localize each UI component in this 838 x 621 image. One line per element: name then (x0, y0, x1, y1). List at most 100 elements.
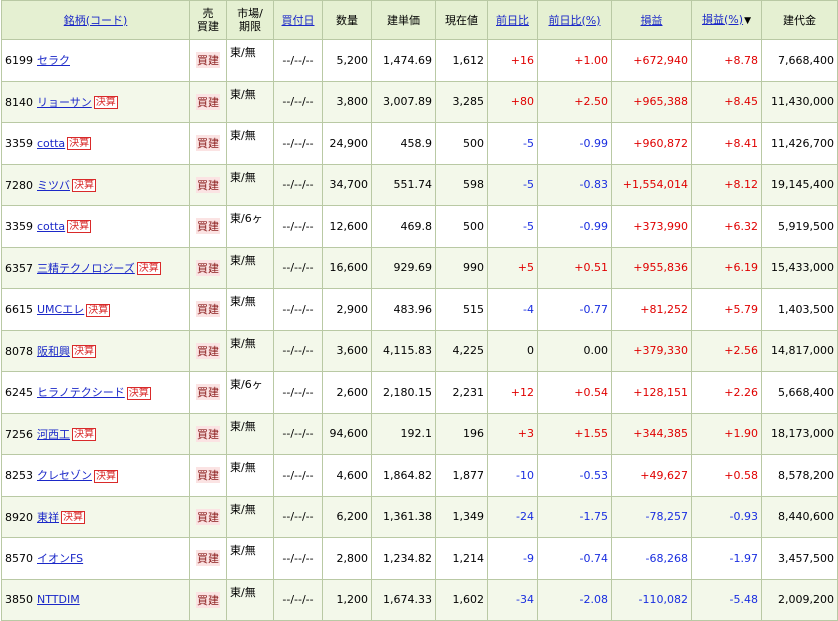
earnings-badge: 決算 (136, 262, 161, 276)
cell-chg: +16 (487, 39, 538, 82)
cell-pl: +960,872 (611, 122, 692, 165)
cell-plpct: +8.45 (691, 80, 762, 123)
cell-pl: +344,385 (611, 412, 692, 455)
cell-stock: 6199 セラク (1, 39, 190, 82)
side-badge: 買建 (196, 508, 220, 525)
table-row: 7256 河西工 決算 買建 東/無 --/--/-- 94,600 192.1 196 +3 +1… (1, 412, 838, 455)
stock-name-link[interactable]: cotta (37, 137, 65, 150)
col-header-chgpct[interactable]: 前日比(%) (537, 0, 612, 40)
cell-chgpct: +2.50 (537, 80, 612, 123)
table-row: 8078 阪和興 決算 買建 東/無 --/--/-- 3,600 4,115.83 4,225… (1, 329, 838, 372)
stock-name-link[interactable]: 東祥 (37, 511, 59, 524)
cell-cost: 1,234.82 (371, 537, 436, 580)
cell-amount: 1,403,500 (761, 288, 838, 331)
stock-name-link[interactable]: リョーサン (37, 96, 92, 109)
cell-chgpct: -0.74 (537, 537, 612, 580)
cell-amount: 15,433,000 (761, 246, 838, 289)
col-header-cost: 建単価 (371, 0, 436, 40)
cell-side: 買建 (189, 537, 227, 580)
sort-link-plpct[interactable]: 損益(%) (702, 13, 743, 26)
cell-stock: 6615 UMCエレ 決算 (1, 288, 190, 331)
stock-name-link[interactable]: セラク (37, 54, 70, 67)
side-badge: 買建 (196, 93, 220, 110)
sort-link-date[interactable]: 買付日 (282, 14, 315, 27)
stock-code: 7280 (5, 178, 33, 192)
stock-name-link[interactable]: NTTDIM (37, 593, 80, 606)
col-header-pl[interactable]: 損益 (611, 0, 692, 40)
cell-stock: 6357 三精テクノロジーズ 決算 (1, 246, 190, 289)
cell-cost: 929.69 (371, 246, 436, 289)
cell-side: 買建 (189, 163, 227, 206)
earnings-badge: 決算 (72, 179, 96, 193)
table-row: 8570 イオンFS 買建 東/無 --/--/-- 2,800 1,234.82 1,214… (1, 537, 838, 580)
earnings-badge: 決算 (94, 469, 118, 483)
cell-pl: +965,388 (611, 80, 692, 123)
cell-amount: 7,668,400 (761, 39, 838, 82)
cell-side: 買建 (189, 495, 227, 538)
cell-qty: 6,200 (322, 495, 372, 538)
side-badge: 買建 (196, 259, 220, 276)
cell-chgpct: -0.53 (537, 454, 612, 497)
cell-chg: +3 (487, 412, 538, 455)
cell-side: 買建 (189, 39, 227, 82)
cell-qty: 3,800 (322, 80, 372, 123)
col-header-chg[interactable]: 前日比 (487, 0, 538, 40)
cell-amount: 5,668,400 (761, 371, 838, 414)
sort-desc-icon: ▼ (744, 15, 751, 26)
cell-chgpct: +0.51 (537, 246, 612, 289)
cell-chg: +5 (487, 246, 538, 289)
col-header-amount: 建代金 (761, 0, 838, 40)
earnings-badge: 決算 (86, 303, 111, 317)
cell-date: --/--/-- (273, 412, 323, 455)
stock-name-link[interactable]: cotta (37, 220, 65, 233)
cell-chgpct: -0.77 (537, 288, 612, 331)
table-row: 8920 東祥 決算 買建 東/無 --/--/-- 6,200 1,361.38 1,349-… (1, 495, 838, 538)
cell-date: --/--/-- (273, 329, 323, 372)
stock-name-link[interactable]: UMCエレ (37, 303, 84, 316)
cell-amount: 19,145,400 (761, 163, 838, 206)
cell-pl: +128,151 (611, 371, 692, 414)
stock-name-link[interactable]: クレセゾン (37, 469, 92, 482)
cell-date: --/--/-- (273, 495, 323, 538)
sort-link-name[interactable]: 銘柄(コード) (64, 14, 128, 27)
cell-pl: +373,990 (611, 205, 692, 248)
cell-price: 1,602 (435, 578, 488, 621)
cell-plpct: -5.48 (691, 578, 762, 621)
sort-link-chg[interactable]: 前日比 (496, 14, 529, 27)
cell-price: 1,349 (435, 495, 488, 538)
cell-amount: 14,817,000 (761, 329, 838, 372)
col-header-plpct[interactable]: 損益(%)▼ (691, 0, 762, 40)
stock-name-link[interactable]: イオンFS (37, 552, 83, 565)
sort-link-pl[interactable]: 損益 (641, 14, 663, 27)
cell-cost: 2,180.15 (371, 371, 436, 414)
cell-chgpct: +1.00 (537, 39, 612, 82)
stock-name-link[interactable]: 河西工 (37, 428, 70, 441)
stock-name-link[interactable]: 阪和興 (37, 345, 70, 358)
sort-link-chgpct[interactable]: 前日比(%) (548, 14, 600, 27)
stock-name-link[interactable]: ミツバ (37, 179, 70, 192)
cell-plpct: +2.26 (691, 371, 762, 414)
col-header-market: 市場/期限 (226, 0, 274, 40)
cell-plpct: +8.41 (691, 122, 762, 165)
col-header-date[interactable]: 買付日 (273, 0, 323, 40)
cell-side: 買建 (189, 122, 227, 165)
cell-stock: 3359 cotta 決算 (1, 205, 190, 248)
cell-chg: -34 (487, 578, 538, 621)
col-header-name[interactable]: 銘柄(コード) (1, 0, 190, 40)
stock-name-link[interactable]: ヒラノテクシード (37, 386, 125, 399)
cell-chgpct: +0.54 (537, 371, 612, 414)
cell-qty: 2,900 (322, 288, 372, 331)
cell-market: 東/無 (226, 122, 274, 165)
col-header-price: 現在値 (435, 0, 488, 40)
cell-chg: -4 (487, 288, 538, 331)
stock-code: 6199 (5, 54, 33, 68)
cell-chgpct: +1.55 (537, 412, 612, 455)
cell-date: --/--/-- (273, 39, 323, 82)
cell-side: 買建 (189, 205, 227, 248)
cell-cost: 1,361.38 (371, 495, 436, 538)
market-header-top: 市場/ (237, 7, 263, 20)
stock-name-link[interactable]: 三精テクノロジーズ (37, 262, 135, 275)
cell-side: 買建 (189, 80, 227, 123)
stock-code: 8140 (5, 95, 33, 109)
cell-stock: 8078 阪和興 決算 (1, 329, 190, 372)
